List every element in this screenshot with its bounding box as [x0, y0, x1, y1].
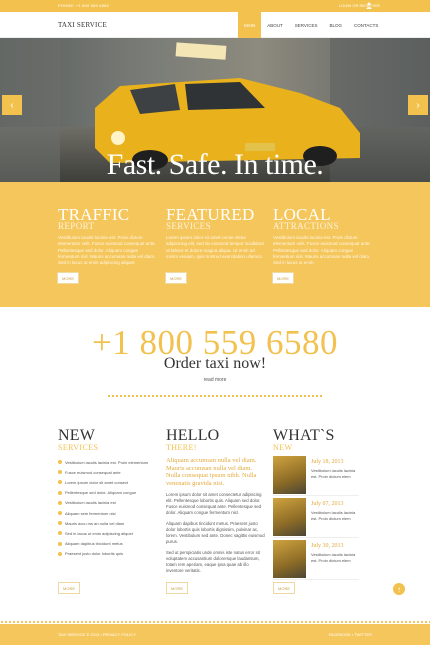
- news-item[interactable]: July 18, 2013 Vestibulum iaculis lacinia…: [273, 456, 359, 496]
- login-link[interactable]: LOGIN OR REGISTER: [339, 3, 380, 8]
- footer-copyright[interactable]: TAXI SERVICE © 2013 • PRIVACY POLICY: [58, 632, 136, 637]
- back-to-top-button[interactable]: ↑: [393, 583, 405, 595]
- features-band: TRAFFIC REPORT Vestibulum iaculis lacini…: [0, 182, 430, 307]
- news-date: July 07, 2013: [311, 501, 344, 507]
- column-title: HELLO: [166, 427, 220, 444]
- more-button-attractions[interactable]: MORE: [272, 272, 294, 284]
- hello-paragraph-2: Aliquam dapibus tincidunt metus. Praesen…: [166, 521, 265, 544]
- column-subtitle: THERE!: [166, 443, 197, 452]
- main-nav: MAIN ABOUT SERVICES BLOG CONTACTS: [238, 12, 384, 38]
- news-text: Vestibulum iaculis lacinia est. Proin di…: [311, 468, 356, 479]
- news-date: July 30, 2013: [311, 543, 344, 549]
- hero-title: Fast. Safe. In time.: [106, 148, 324, 181]
- bullet-icon: [58, 470, 62, 475]
- bullet-icon: [58, 500, 62, 505]
- feature-text: Vestibulum iaculis lacinia est. Proin di…: [58, 235, 156, 266]
- hero-slider: Fast. Safe. In time. ‹ ›: [0, 38, 430, 182]
- bullet-icon: [58, 551, 62, 556]
- feature-title: TRAFFIC: [58, 205, 130, 224]
- nav-main[interactable]: MAIN: [238, 12, 262, 38]
- hello-lead-text: Aliquam accumsan nulla vel diam. Mauris …: [166, 457, 257, 487]
- header: TAXI SERVICE MAIN ABOUT SERVICES BLOG CO…: [0, 12, 430, 38]
- logo[interactable]: TAXI SERVICE: [58, 21, 107, 29]
- bullet-icon: [58, 541, 62, 546]
- news-thumbnail: [273, 498, 306, 536]
- news-text: Vestibulum iaculis lacinia est. Proin di…: [311, 510, 356, 521]
- list-item[interactable]: Aliquam sem fermentum nisl: [58, 508, 158, 518]
- feature-text: Vestibulum iaculis lacinia est. Proin di…: [273, 235, 371, 266]
- list-item[interactable]: Mauris accu ms an nulla vel diam: [58, 518, 158, 528]
- call-to-action: +1 800 559 6580 Order taxi now! read mor…: [0, 307, 430, 397]
- read-more-link[interactable]: read more: [0, 377, 430, 383]
- feature-featured-services: FEATURED SERVICES Lorem ipsum dolor sit …: [166, 205, 266, 260]
- whats-new-column: WHAT`S NEW July 18, 2013 Vestibulum iacu…: [273, 398, 373, 603]
- feature-subtitle: ATTRACTIONS: [273, 221, 339, 231]
- user-icon[interactable]: [366, 2, 372, 9]
- arrow-up-icon: ↑: [397, 584, 401, 594]
- footer: TAXI SERVICE © 2013 • PRIVACY POLICY FAC…: [0, 624, 430, 645]
- column-title: NEW: [58, 427, 96, 444]
- news-text: Vestibulum iaculis lacinia est. Proin di…: [311, 552, 356, 563]
- feature-traffic-report: TRAFFIC REPORT Vestibulum iaculis lacini…: [58, 205, 158, 266]
- slider-next-button[interactable]: ›: [408, 95, 428, 115]
- feature-local-attractions: LOCAL ATTRACTIONS Vestibulum iaculis lac…: [273, 205, 373, 266]
- more-button-services[interactable]: MORE: [165, 272, 187, 284]
- news-date: July 18, 2013: [311, 459, 344, 465]
- chevron-left-icon: ‹: [10, 99, 14, 111]
- more-button-whats-new[interactable]: MORE: [273, 582, 295, 594]
- news-item[interactable]: July 30, 2013 Vestibulum iaculis lacinia…: [273, 540, 359, 580]
- news-thumbnail: [273, 456, 306, 494]
- more-button-new-services[interactable]: MORE: [58, 582, 80, 594]
- more-button-hello[interactable]: MORE: [166, 582, 188, 594]
- order-headline: Order taxi now!: [163, 355, 267, 372]
- column-subtitle: NEW: [273, 443, 293, 452]
- bullet-icon: [58, 521, 62, 526]
- hello-column: HELLO THERE! Aliquam accumsan nulla vel …: [166, 398, 266, 603]
- nav-blog[interactable]: BLOG: [323, 12, 348, 38]
- bullet-icon: [58, 480, 62, 485]
- list-item[interactable]: Pellentesque sed dolor. Aliquam congue: [58, 488, 158, 498]
- hello-paragraph-1: Lorem ipsum dolor sit amet consectetur a…: [166, 492, 262, 515]
- hello-paragraph-3: Sed ut perspiciatis unde omnis iste natu…: [166, 550, 260, 573]
- list-item[interactable]: Vestibulum iaculis lacinia est. Proin el…: [58, 457, 158, 467]
- column-title: WHAT`S: [273, 427, 335, 444]
- chevron-right-icon: ›: [416, 99, 420, 111]
- news-thumbnail: [273, 540, 306, 578]
- more-button-traffic[interactable]: MORE: [57, 272, 79, 284]
- services-list: Vestibulum iaculis lacinia est. Proin el…: [58, 457, 158, 559]
- list-item[interactable]: Lorem ipsum dolor sit amet consect: [58, 477, 158, 487]
- news-item[interactable]: July 07, 2013 Vestibulum iaculis lacinia…: [273, 498, 359, 538]
- feature-title: LOCAL: [273, 205, 331, 224]
- bullet-icon: [58, 511, 62, 516]
- list-item[interactable]: Vestibulum iaculis lacinia est: [58, 498, 158, 508]
- column-subtitle: SERVICES: [58, 443, 99, 452]
- nav-about[interactable]: ABOUT: [261, 12, 289, 38]
- list-item[interactable]: Fusce euismod consequat ante: [58, 467, 158, 477]
- new-services-column: NEW SERVICES Vestibulum iaculis lacinia …: [58, 398, 158, 603]
- list-item[interactable]: Sed in lacus ut enim adipiscing aliquet: [58, 528, 158, 538]
- top-bar: PHONE: +1 800 559 6580 LOGIN OR REGISTER: [0, 0, 430, 12]
- bullet-icon: [58, 531, 62, 536]
- list-item[interactable]: Praesent justo dolor lobortis quis: [58, 549, 158, 559]
- feature-title: FEATURED: [166, 205, 255, 224]
- bullet-icon: [58, 490, 62, 495]
- list-item[interactable]: Aliquam dapibus tincidunt metus: [58, 539, 158, 549]
- nav-contacts[interactable]: CONTACTS: [348, 12, 384, 38]
- nav-services[interactable]: SERVICES: [289, 12, 324, 38]
- top-phone: PHONE: +1 800 559 6580: [58, 3, 109, 8]
- dotted-divider: [108, 395, 322, 397]
- footer-social-links[interactable]: FACEBOOK • TWITTER: [329, 632, 372, 637]
- slider-prev-button[interactable]: ‹: [2, 95, 22, 115]
- feature-text: Lorem ipsum dolor sit amet conse ctetur …: [166, 235, 264, 259]
- bullet-icon: [58, 460, 62, 465]
